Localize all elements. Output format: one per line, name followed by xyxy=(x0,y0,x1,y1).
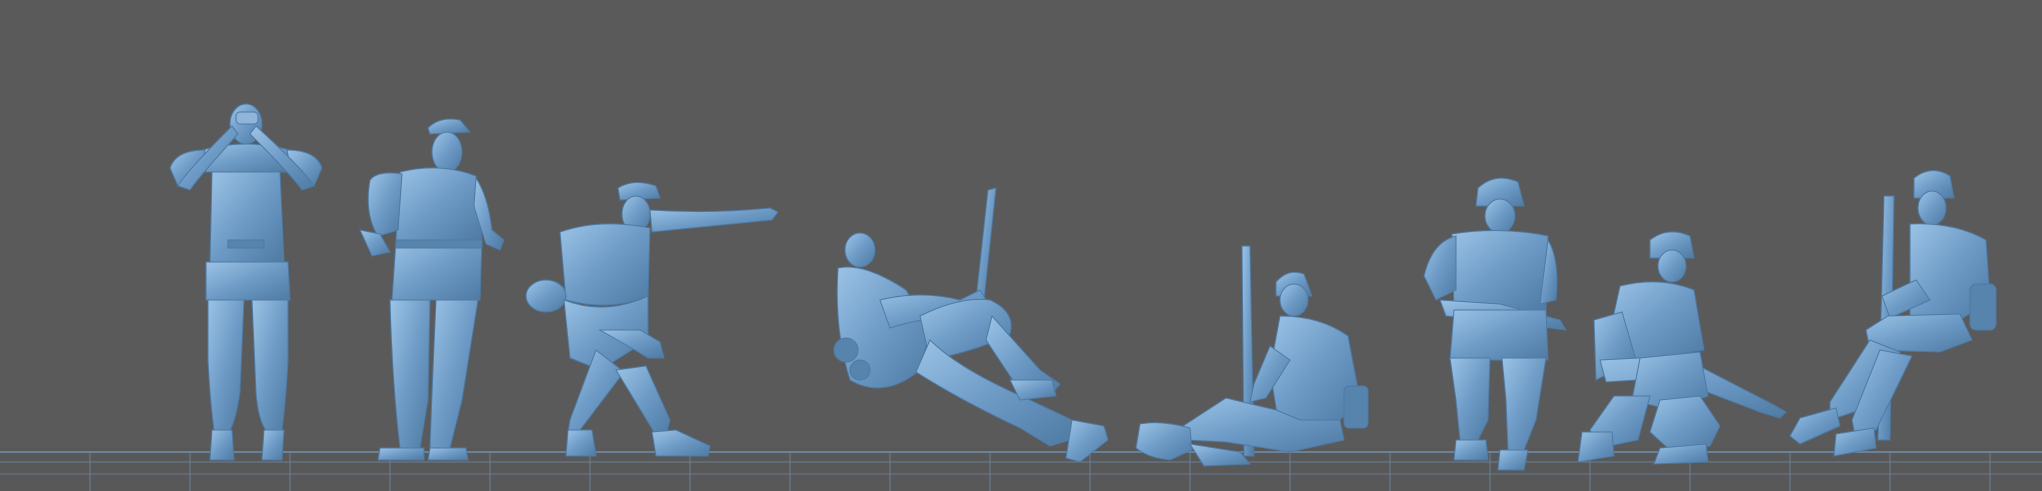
3d-viewport[interactable] xyxy=(0,0,2042,491)
ground-grid xyxy=(0,448,2042,491)
figure-scene xyxy=(0,103,2042,491)
figure-standing-smg[interactable] xyxy=(1423,177,1567,471)
figure-officer-cap[interactable] xyxy=(359,118,505,461)
figure-binoculars[interactable] xyxy=(169,103,323,461)
figure-pointing[interactable] xyxy=(525,182,779,457)
figure-seated-mg[interactable] xyxy=(1789,170,1997,457)
figure-sitting-rifle[interactable] xyxy=(1135,245,1369,467)
figure-kneeling-rifle[interactable] xyxy=(1577,231,1787,465)
figure-reclining-rifle[interactable] xyxy=(833,187,1109,463)
